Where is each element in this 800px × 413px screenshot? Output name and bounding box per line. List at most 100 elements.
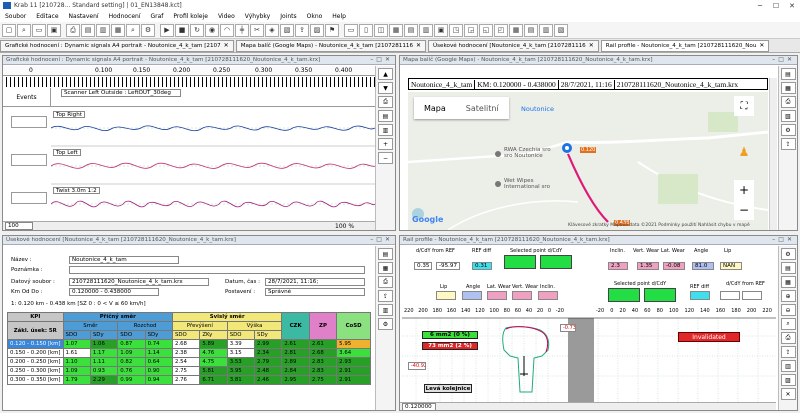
stop-icon[interactable]: ■ [175,23,189,37]
menu-okno[interactable]: Okno [302,13,328,20]
close-icon[interactable]: ✕ [784,0,800,11]
open-icon[interactable]: ▭ [32,23,46,37]
rail-hscrollbar[interactable]: 0.120000 [400,402,776,410]
menu-soubor[interactable]: Soubor [0,13,31,20]
minimize-icon[interactable]: ─ [752,0,768,11]
settings-icon[interactable]: ⚙ [780,124,796,136]
zoom-fit-icon[interactable]: ⌕ [780,318,796,330]
menu-help[interactable]: Help [327,13,351,20]
zoom-out-icon[interactable]: − [739,203,749,217]
cut-icon[interactable]: ✂ [250,23,264,37]
layout-8-icon[interactable]: ◳ [449,23,463,37]
window-controls[interactable]: –□✕ [772,236,795,243]
layout-5-icon[interactable]: ▤ [404,23,418,37]
grid-icon[interactable]: ▦ [780,276,796,288]
menu-video[interactable]: Video [213,13,240,20]
menu-nastaveni[interactable]: Nastavení [64,13,104,20]
flag-icon[interactable]: ⚑ [325,23,339,37]
tab-map[interactable]: Mapa balíč (Google Maps) - Noutonice_4_k… [235,39,427,52]
zoom-icon[interactable]: ⌕ [126,23,140,37]
image-icon[interactable]: ▨ [310,23,324,37]
layout-14-icon[interactable]: ▥ [539,23,553,37]
settings-icon[interactable]: ⚙ [378,318,393,330]
layout-10-icon[interactable]: ◱ [479,23,493,37]
table-row[interactable]: 0.250 - 0.300 [km] 1.09 0.93 0.76 0.90 2… [7,366,371,376]
export-icon[interactable]: ⇪ [780,346,796,358]
layout-6-icon[interactable]: ▥ [419,23,433,37]
chart-icon[interactable]: ▥ [780,360,796,372]
arrow-up-icon[interactable]: ▲ [378,68,393,80]
layer-icon[interactable]: ▧ [780,110,796,122]
chart-icon[interactable]: ▥ [96,23,110,37]
chart-icon[interactable]: ▥ [378,124,393,136]
list-icon[interactable]: ▤ [378,248,393,260]
graphic-hscrollbar[interactable]: 100 100 % [3,221,375,230]
table-icon[interactable]: ▦ [111,23,125,37]
list-icon[interactable]: ▤ [780,68,796,80]
close-icon[interactable]: ✕ [416,42,421,49]
print-icon[interactable]: ⎙ [378,276,393,288]
note-field[interactable] [69,266,365,274]
map-icon[interactable]: ◈ [265,23,279,37]
layout-11-icon[interactable]: ◰ [494,23,508,37]
export-icon[interactable]: ⇪ [780,138,796,150]
zoom-in-icon[interactable]: + [739,183,749,197]
zoom-in-icon[interactable]: + [378,138,393,150]
settings-icon[interactable]: ⚙ [780,248,796,260]
map-button[interactable]: Mapa [414,104,456,113]
layout-7-icon[interactable]: ▣ [434,23,448,37]
google-map[interactable]: Mapa Satelitní Noutonice RWA Czechia sro… [408,92,768,230]
preview-icon[interactable]: ▤ [81,23,95,37]
table-row[interactable]: 0.150 - 0.200 [km] 1.61 1.17 1.09 1.14 2… [7,348,371,358]
window-controls[interactable]: –□✕ [370,56,393,63]
image-icon[interactable]: ▨ [780,374,796,386]
layout-12-icon[interactable]: ▦ [509,23,523,37]
zoom-in-icon[interactable]: ⊕ [780,290,796,302]
menu-hodnoceni[interactable]: Hodnocení [104,13,146,20]
close-icon[interactable]: ✕ [589,42,594,49]
layout-13-icon[interactable]: ▤ [524,23,538,37]
track-selector-3[interactable] [11,192,47,204]
tab-graphic[interactable]: Grafické hodnocení : Dynamic signals A4 … [0,39,234,52]
close-icon[interactable]: ✕ [224,42,229,49]
loop-icon[interactable]: ↻ [190,23,204,37]
layout-4-icon[interactable]: ▦ [389,23,403,37]
fullscreen-icon[interactable]: ⛶ [734,96,754,116]
list-icon[interactable]: ▤ [378,110,393,122]
menu-vyhybky[interactable]: Výhybky [240,13,275,20]
save-icon[interactable]: ▣ [47,23,61,37]
table-row[interactable]: 0.200 - 0.250 [km] 1.10 1.11 0.82 0.64 2… [7,357,371,367]
track-selector-1[interactable] [11,116,47,128]
track-selector-2[interactable] [11,154,47,166]
tab-usek[interactable]: Úsekové hodnocení [Noutonice_4_k_tam [21… [428,39,599,52]
arrow-down-icon[interactable]: ▼ [378,82,393,94]
new-file-icon[interactable]: ▢ [2,23,16,37]
layer-icon[interactable]: ▧ [280,23,294,37]
pegman-icon[interactable]: ♟ [734,142,754,162]
zoom-value[interactable]: 100 [5,222,33,230]
search-icon[interactable]: ⌕ [17,23,31,37]
name-field[interactable]: Noutonice_4_k_tam [69,256,179,264]
layout-3-icon[interactable]: ◫ [374,23,388,37]
camera-icon[interactable]: ◉ [205,23,219,37]
layout-15-icon[interactable]: ▧ [554,23,568,37]
export-icon[interactable]: ⇪ [378,290,393,302]
close-icon[interactable]: ✕ [780,388,796,400]
list-icon[interactable]: ▤ [780,262,796,274]
export-icon[interactable]: ⇪ [295,23,309,37]
rail-icon[interactable]: ╪ [235,23,249,37]
zoom-out-icon[interactable]: ⊖ [780,304,796,316]
print-icon[interactable]: ⎙ [66,23,80,37]
map-vscrollbar[interactable] [769,78,777,230]
grid-icon[interactable]: ▦ [780,82,796,94]
menu-graf[interactable]: Graf [146,13,169,20]
settings-icon[interactable]: ⚙ [141,23,155,37]
layout-9-icon[interactable]: ◲ [464,23,478,37]
print-icon[interactable]: ⎙ [780,332,796,344]
window-controls[interactable]: –□✕ [370,236,393,243]
maximize-icon[interactable]: ☐ [768,0,784,11]
window-controls[interactable]: –□✕ [772,56,795,63]
print-icon[interactable]: ⎙ [780,96,796,108]
table-row[interactable]: 0.300 - 0.350 [km] 1.79 2.29 0.99 0.94 2… [7,375,371,385]
profile-icon[interactable]: ◠ [220,23,234,37]
